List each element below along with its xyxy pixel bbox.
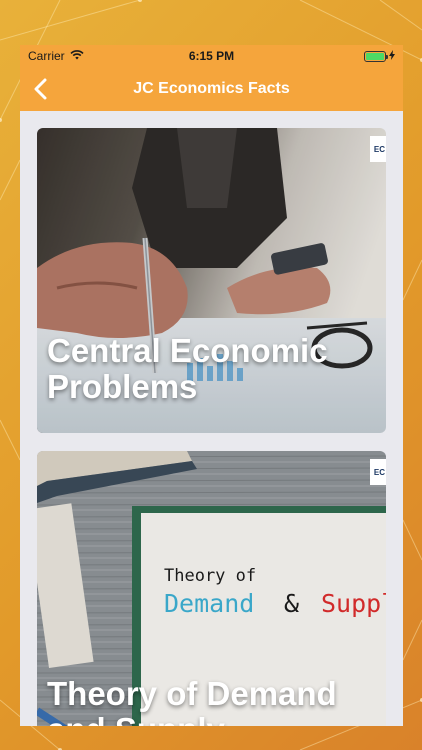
board-text-supply: Suppl xyxy=(321,589,386,618)
card-title: Central Economic Problems xyxy=(47,332,328,405)
carrier-label: Carrier xyxy=(28,49,65,63)
bolt-icon xyxy=(389,49,395,63)
page-title: JC Economics Facts xyxy=(133,80,290,97)
board-text-demand: Demand xyxy=(164,589,255,618)
corner-badge: EC xyxy=(370,459,386,485)
chevron-left-icon xyxy=(34,78,47,100)
topic-card-theory-of-demand-and-supply[interactable]: Theory of Demand & Suppl EC Theory of De… xyxy=(37,451,386,726)
back-button[interactable] xyxy=(26,75,54,103)
topic-list: EC Central Economic Problems Theory of D… xyxy=(20,111,403,726)
app-window: Carrier 6:15 PM JC Economics Facts EC Ce… xyxy=(20,45,403,726)
topic-card-central-economic-problems[interactable]: EC Central Economic Problems xyxy=(37,128,386,433)
battery-icon xyxy=(364,50,388,62)
board-text-theory-of: Theory of xyxy=(164,566,257,586)
clock-time: 6:15 PM xyxy=(188,49,235,63)
status-bar: Carrier 6:15 PM xyxy=(20,45,403,67)
wifi-icon xyxy=(70,49,84,63)
navigation-bar: JC Economics Facts xyxy=(20,67,403,111)
card-title: Theory of Demand and Supply xyxy=(47,675,337,727)
board-text-ampersand: & xyxy=(284,589,300,618)
corner-badge: EC xyxy=(370,136,386,162)
